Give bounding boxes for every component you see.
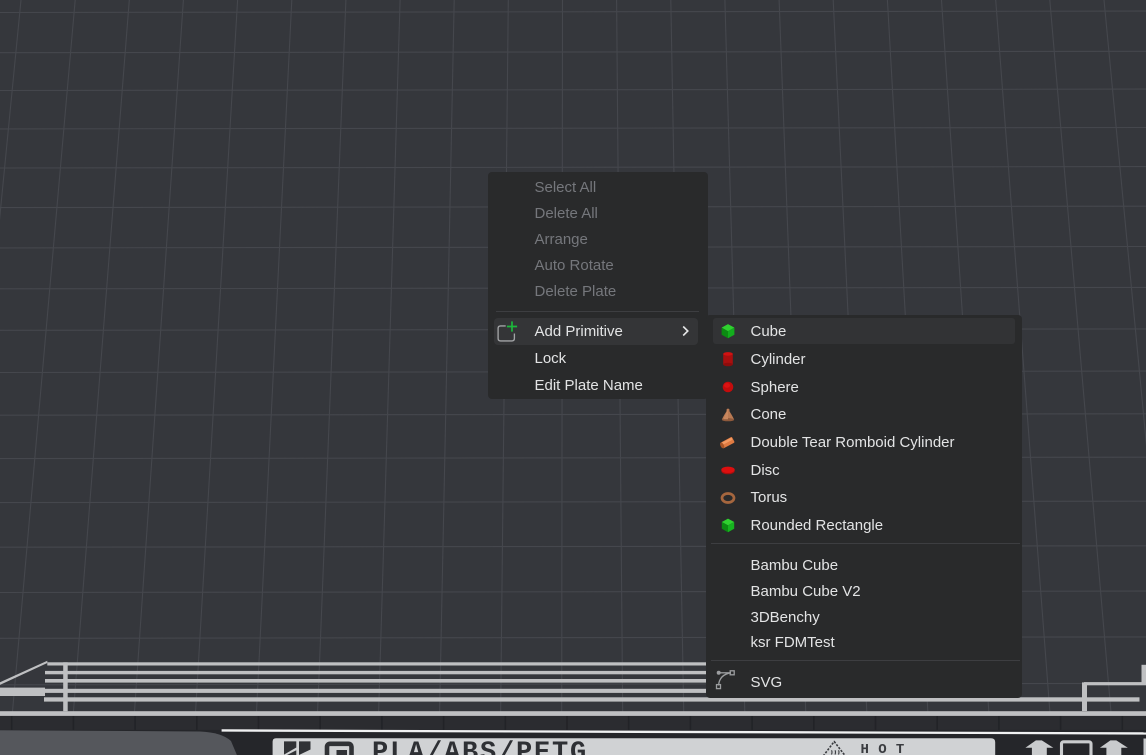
svg-text:PLA/ABS/PETG: PLA/ABS/PETG — [372, 739, 588, 755]
svg-text:HOT: HOT — [861, 742, 914, 755]
